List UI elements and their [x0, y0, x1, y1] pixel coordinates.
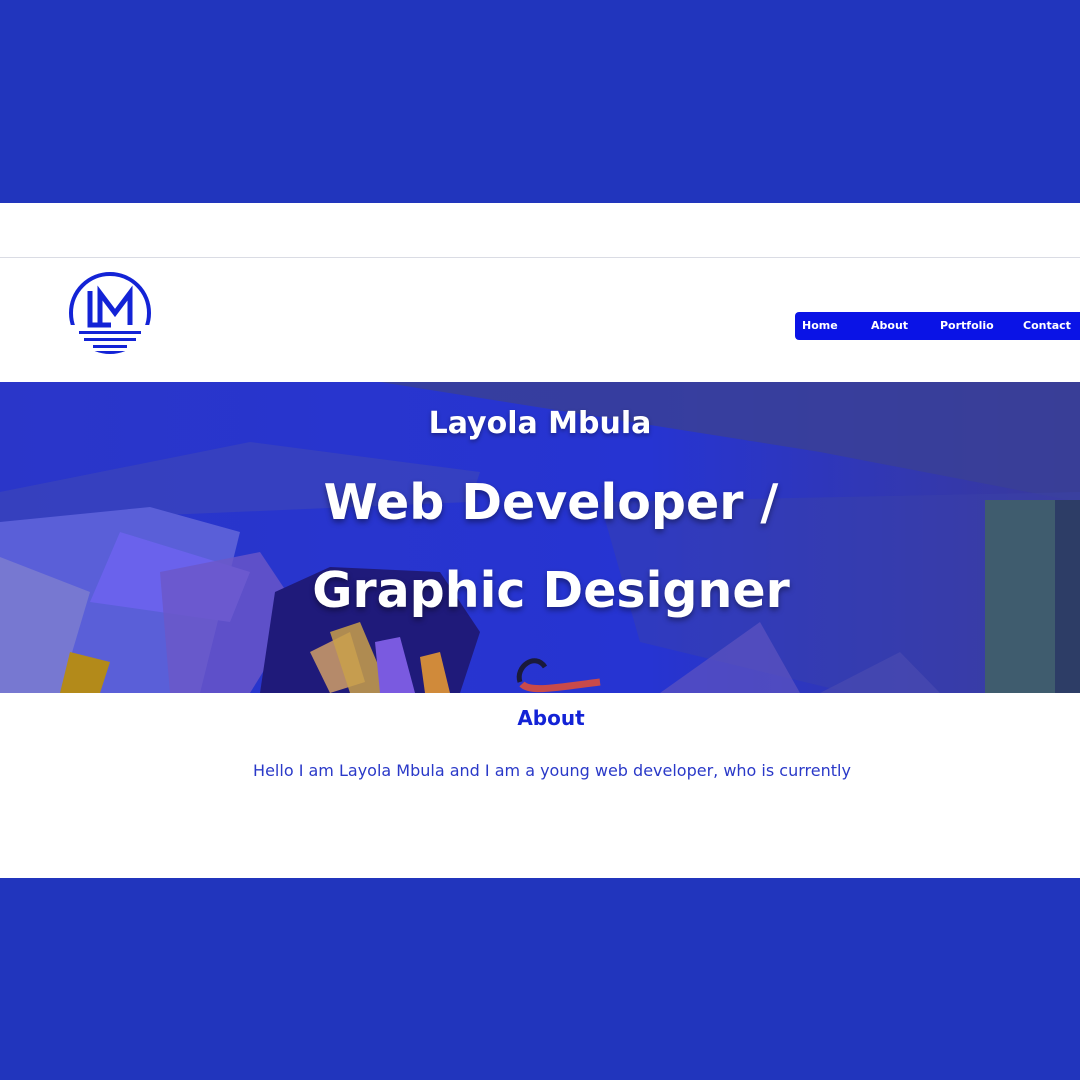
hero-role-line2: Graphic Designer: [312, 562, 790, 619]
hero-role-line1: Web Developer /: [323, 474, 779, 531]
nav-contact[interactable]: Contact: [1023, 319, 1071, 332]
frame-bottom-band: [0, 878, 1080, 1080]
website-page: Home About Portfolio Contact Layola Mbul…: [0, 203, 1080, 878]
browser-strip: [0, 203, 1080, 258]
hero-section: Layola Mbula Web Developer / Graphic Des…: [0, 382, 1080, 693]
hero-name: Layola Mbula: [428, 406, 652, 441]
frame-top-band: [0, 0, 1080, 203]
main-nav: Home About Portfolio Contact: [795, 312, 1080, 340]
nav-about[interactable]: About: [871, 319, 908, 332]
nav-portfolio[interactable]: Portfolio: [940, 319, 994, 332]
site-header: Home About Portfolio Contact: [0, 258, 1080, 382]
nav-home[interactable]: Home: [802, 319, 838, 332]
about-section: About Hello I am Layola Mbula and I am a…: [0, 693, 1080, 878]
lm-monogram-icon: [69, 272, 151, 354]
about-heading: About: [517, 706, 585, 730]
about-paragraph: Hello I am Layola Mbula and I am a young…: [253, 761, 851, 780]
site-logo[interactable]: [67, 271, 153, 357]
